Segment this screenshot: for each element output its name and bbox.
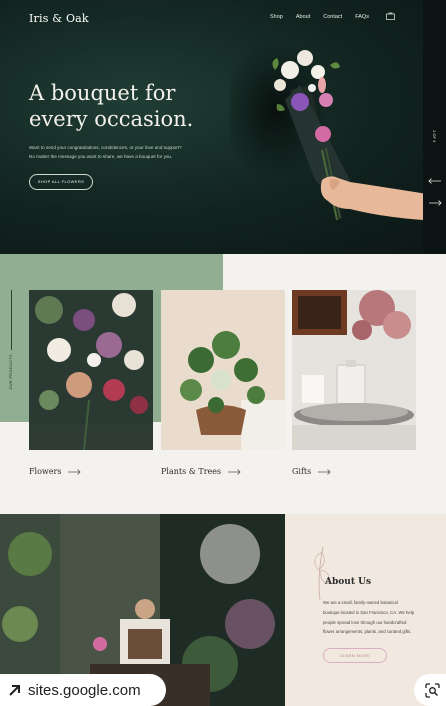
hero-description-line: No matter the message you want to share,… (29, 154, 173, 159)
nav-faqs[interactable]: FAQs (355, 14, 369, 20)
plants-image (161, 290, 285, 450)
gifts-image (292, 290, 416, 450)
about-description: We are a small, family-owned botanical b… (323, 598, 438, 637)
arrow-left-icon[interactable] (428, 178, 442, 184)
product-link-gifts[interactable]: Gifts (292, 467, 331, 476)
arrow-right-icon (228, 469, 241, 475)
product-link-plants[interactable]: Plants & Trees (161, 467, 241, 476)
hero-description-line: Want to send your congratulations, condo… (29, 145, 182, 150)
bouquet-image (230, 40, 430, 221)
arrow-right-icon (68, 469, 82, 475)
product-label: Flowers (29, 467, 62, 476)
arrow-right-icon (318, 469, 331, 475)
product-label: Plants & Trees (161, 467, 222, 476)
nav-about[interactable]: About (296, 14, 310, 20)
lens-search-icon (425, 683, 440, 698)
hero-section: Iris & Oak Shop About Contact FAQs A bou… (0, 0, 446, 254)
lens-search-button[interactable] (414, 674, 446, 706)
about-description-line: people spread love through our handcraft… (323, 619, 407, 625)
hero-title: A bouquet for every occasion. (29, 80, 229, 132)
nav-contact[interactable]: Contact (323, 14, 342, 20)
about-description-line: boutique located in San Francisco, CA. W… (323, 609, 415, 615)
about-description-line: flower arrangements, plants, and curated… (323, 629, 412, 635)
hero-description: Want to send your congratulations, condo… (29, 143, 209, 161)
product-card-plants[interactable] (161, 290, 285, 450)
hero-title-line: every occasion. (29, 107, 194, 131)
product-card-gifts[interactable] (292, 290, 416, 450)
products-section: OUR PRODUCTS Flowers Plants & Trees Gift… (0, 254, 446, 514)
flowers-image (29, 290, 153, 450)
arrow-right-icon[interactable] (428, 200, 442, 206)
shopping-bag-icon[interactable] (386, 12, 395, 20)
hero-title-line: A bouquet for (29, 81, 176, 105)
source-domain: sites.google.com (28, 681, 141, 699)
product-link-flowers[interactable]: Flowers (29, 467, 82, 476)
external-link-icon (9, 684, 20, 696)
brand-logo[interactable]: Iris & Oak (29, 12, 89, 25)
slider-side-bar (423, 0, 446, 254)
about-description-line: We are a small, family-owned botanical (323, 600, 398, 605)
product-card-flowers[interactable] (29, 290, 153, 450)
main-nav: Shop About Contact FAQs (270, 14, 382, 20)
learn-more-button[interactable]: LEARN MORE (323, 648, 387, 663)
section-label: OUR PRODUCTS (9, 354, 13, 390)
product-label: Gifts (292, 467, 312, 476)
shop-all-flowers-button[interactable]: SHOP ALL FLOWERS (29, 174, 93, 190)
nav-shop[interactable]: Shop (270, 14, 283, 20)
source-link-chip[interactable]: sites.google.com (0, 674, 166, 706)
botanical-sprig-icon (314, 546, 330, 601)
section-divider-line (11, 290, 12, 350)
slide-pager: 1 OF 4 (432, 130, 437, 143)
about-title: About Us (325, 577, 372, 587)
